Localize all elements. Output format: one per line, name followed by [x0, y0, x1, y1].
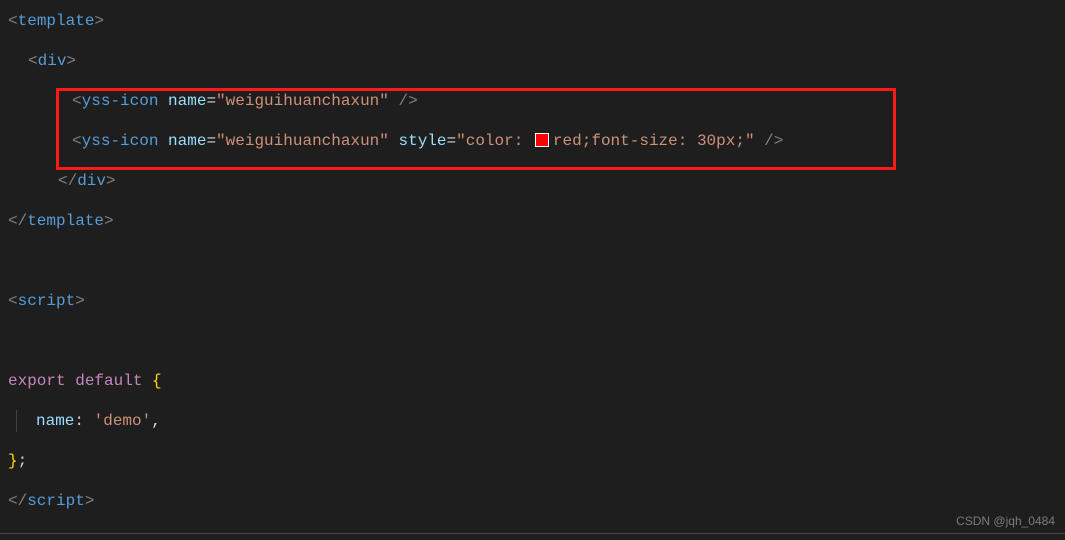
- code-line: name: 'demo',: [8, 410, 1057, 432]
- code-line: <template>: [8, 10, 1057, 32]
- code-line: </template>: [8, 210, 1057, 232]
- code-line: <script>: [8, 290, 1057, 312]
- code-line: <div>: [8, 50, 1057, 72]
- code-line: <yss-icon name="weiguihuanchaxun" style=…: [8, 130, 1057, 152]
- blank-line: [8, 250, 1057, 272]
- watermark: CSDN @jqh_0484: [956, 514, 1055, 528]
- code-line: </script>: [8, 490, 1057, 512]
- code-editor[interactable]: <template> <div> <yss-icon name="weiguih…: [0, 0, 1065, 540]
- code-line: </div>: [8, 170, 1057, 192]
- blank-line: [8, 330, 1057, 352]
- code-line: };: [8, 450, 1057, 472]
- code-line: export default {: [8, 370, 1057, 392]
- color-swatch-icon: [535, 133, 549, 147]
- code-line: <yss-icon name="weiguihuanchaxun" />: [8, 90, 1057, 112]
